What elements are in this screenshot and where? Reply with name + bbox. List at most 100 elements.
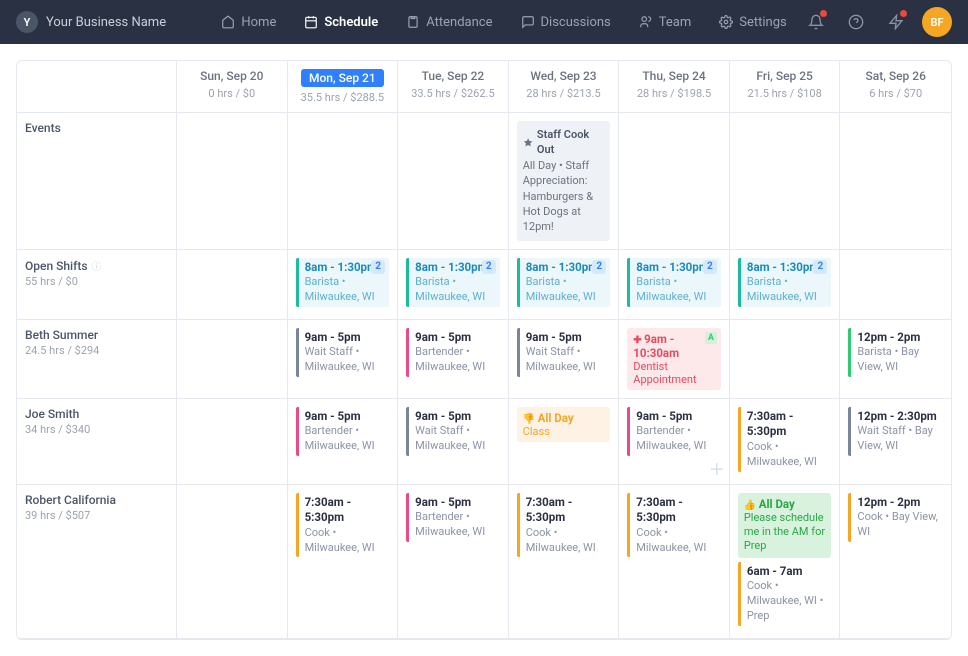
open-wed[interactable]: 8am - 1:30pm Barista • Milwaukee, WI 2 xyxy=(509,250,620,320)
beth-tue[interactable]: 9am - 5pm Bartender • Milwaukee, WI xyxy=(398,320,509,399)
joe-fri[interactable]: 7:30am - 5:30pm Cook • Milwaukee, WI xyxy=(730,399,841,485)
shift-block[interactable]: 12pm - 2:30pm Wait Staff • Bay View, WI xyxy=(848,407,943,456)
shift-time: All Day xyxy=(759,497,795,511)
notifications-button[interactable] xyxy=(802,8,830,36)
shift-block[interactable]: 7:30am - 5:30pm Cook • Milwaukee, WI xyxy=(296,493,390,558)
open-shift[interactable]: 8am - 1:30pm Barista • Milwaukee, WI 2 xyxy=(406,258,500,307)
joe-sat[interactable]: 12pm - 2:30pm Wait Staff • Bay View, WI xyxy=(840,399,951,485)
nav-attendance[interactable]: Attendance xyxy=(394,7,504,38)
activity-button[interactable] xyxy=(882,8,910,36)
shift-block[interactable]: 9am - 5pm Bartender • Milwaukee, WI xyxy=(296,407,390,456)
beth-sat[interactable]: 12pm - 2pm Barista • Bay View, WI xyxy=(840,320,951,399)
shift-block[interactable]: 9am - 5pm Bartender • Milwaukee, WI xyxy=(406,328,500,377)
shift-time: 6am - 7am xyxy=(747,564,832,580)
top-nav: Y Your Business Name Home Schedule Atten… xyxy=(0,0,968,44)
events-tue[interactable] xyxy=(398,113,509,250)
beth-fri[interactable] xyxy=(730,320,841,399)
shift-block[interactable]: 6am - 7am Cook • Milwaukee, WI • Prep xyxy=(738,562,832,626)
robert-thu[interactable]: 7:30am - 5:30pm Cook • Milwaukee, WI xyxy=(619,485,730,639)
open-sun[interactable] xyxy=(177,250,288,320)
joe-tue[interactable]: 9am - 5pm Wait Staff • Milwaukee, WI xyxy=(398,399,509,485)
open-shift[interactable]: 8am - 1:30pm Barista • Milwaukee, WI 2 xyxy=(296,258,390,307)
beth-wed[interactable]: 9am - 5pm Wait Staff • Milwaukee, WI xyxy=(509,320,620,399)
day-header-thu[interactable]: Thu, Sep 24 28 hrs / $198.5 xyxy=(619,61,730,113)
joe-mon[interactable]: 9am - 5pm Bartender • Milwaukee, WI xyxy=(288,399,399,485)
user-avatar[interactable]: BF xyxy=(922,7,952,37)
beth-thu[interactable]: ✚ 9am - 10:30am Dentist Appointment A xyxy=(619,320,730,399)
row-label-beth[interactable]: Beth Summer 24.5 hrs / $294 xyxy=(17,320,177,399)
open-thu[interactable]: 8am - 1:30pm Barista • Milwaukee, WI 2 xyxy=(619,250,730,320)
open-fri[interactable]: 8am - 1:30pm Barista • Milwaukee, WI 2 xyxy=(730,250,841,320)
shift-block[interactable]: 7:30am - 5:30pm Cook • Milwaukee, WI xyxy=(517,493,611,558)
open-shift[interactable]: 8am - 1:30pm Barista • Milwaukee, WI 2 xyxy=(738,258,832,307)
beth-mon[interactable]: 9am - 5pm Wait Staff • Milwaukee, WI xyxy=(288,320,399,399)
open-shift[interactable]: 8am - 1:30pm Barista • Milwaukee, WI 2 xyxy=(517,258,611,307)
day-header-mon[interactable]: Mon, Sep 21 35.5 hrs / $288.5 xyxy=(288,61,399,113)
nav-team[interactable]: Team xyxy=(627,7,704,38)
day-header-tue[interactable]: Tue, Sep 22 33.5 hrs / $262.5 xyxy=(398,61,509,113)
help-button[interactable] xyxy=(842,8,870,36)
robert-mon[interactable]: 7:30am - 5:30pm Cook • Milwaukee, WI xyxy=(288,485,399,639)
events-thu[interactable] xyxy=(619,113,730,250)
robert-tue[interactable]: 9am - 5pm Bartender • Milwaukee, WI xyxy=(398,485,509,639)
shift-block[interactable]: 7:30am - 5:30pm Cook • Milwaukee, WI xyxy=(738,407,832,472)
shift-info: Cook • Milwaukee, WI xyxy=(305,526,390,556)
events-sun[interactable] xyxy=(177,113,288,250)
day-header-fri[interactable]: Fri, Sep 25 21.5 hrs / $108 xyxy=(730,61,841,113)
open-shift[interactable]: 8am - 1:30pm Barista • Milwaukee, WI 2 xyxy=(627,258,721,307)
shift-block[interactable]: 9am - 5pm Wait Staff • Milwaukee, WI xyxy=(406,407,500,456)
shift-block[interactable]: 9am - 5pm Bartender • Milwaukee, WI xyxy=(406,493,500,542)
open-sat[interactable] xyxy=(840,250,951,320)
shift-block[interactable]: 7:30am - 5:30pm Cook • Milwaukee, WI xyxy=(627,493,721,558)
events-wed[interactable]: Staff Cook Out All Day • Staff Appreciat… xyxy=(509,113,620,250)
shift-block[interactable]: 9am - 5pm Wait Staff • Milwaukee, WI xyxy=(517,328,611,377)
shift-block[interactable]: 12pm - 2pm Cook • Bay View, WI xyxy=(848,493,943,542)
joe-thu[interactable]: 9am - 5pm Bartender • Milwaukee, WI ＋ xyxy=(619,399,730,485)
nav-discussions[interactable]: Discussions xyxy=(509,7,623,38)
shift-info: Dentist Appointment xyxy=(633,360,715,386)
day-header-sun[interactable]: Sun, Sep 20 0 hrs / $0 xyxy=(177,61,288,113)
shift-time: 7:30am - 5:30pm xyxy=(526,495,611,526)
allday-block[interactable]: 👎 All Day Class xyxy=(517,407,611,442)
shift-info: Barista • Milwaukee, WI xyxy=(747,275,832,305)
events-fri[interactable] xyxy=(730,113,841,250)
shift-time: 9am - 5pm xyxy=(305,409,390,425)
row-label-events: Events xyxy=(17,113,177,250)
nav-settings-label: Settings xyxy=(739,15,786,30)
robert-sat[interactable]: 12pm - 2pm Cook • Bay View, WI xyxy=(840,485,951,639)
help-icon xyxy=(848,14,864,30)
open-tue[interactable]: 8am - 1:30pm Barista • Milwaukee, WI 2 xyxy=(398,250,509,320)
shift-block[interactable]: 9am - 5pm Wait Staff • Milwaukee, WI xyxy=(296,328,390,377)
event-staff-cookout[interactable]: Staff Cook Out All Day • Staff Appreciat… xyxy=(517,121,611,241)
row-label-robert[interactable]: Robert California 39 hrs / $507 xyxy=(17,485,177,639)
brand[interactable]: Y Your Business Name xyxy=(16,11,166,33)
nav-home[interactable]: Home xyxy=(209,7,288,38)
shift-time: 9am - 5pm xyxy=(415,409,500,425)
day-meta: 33.5 hrs / $262.5 xyxy=(406,87,500,100)
header-empty xyxy=(17,61,177,113)
events-sat[interactable] xyxy=(840,113,951,250)
preference-block[interactable]: 👍 All Day Please schedule me in the AM f… xyxy=(738,493,832,558)
open-mon[interactable]: 8am - 1:30pm Barista • Milwaukee, WI 2 xyxy=(288,250,399,320)
joe-sun[interactable] xyxy=(177,399,288,485)
nav-home-label: Home xyxy=(241,15,276,30)
day-header-wed[interactable]: Wed, Sep 23 28 hrs / $213.5 xyxy=(509,61,620,113)
shift-block[interactable]: 12pm - 2pm Barista • Bay View, WI xyxy=(848,328,943,377)
beth-sun[interactable] xyxy=(177,320,288,399)
nav-settings[interactable]: Settings xyxy=(707,7,798,38)
row-label-joe[interactable]: Joe Smith 34 hrs / $340 xyxy=(17,399,177,485)
nav-schedule[interactable]: Schedule xyxy=(292,7,390,38)
robert-wed[interactable]: 7:30am - 5:30pm Cook • Milwaukee, WI xyxy=(509,485,620,639)
day-header-sat[interactable]: Sat, Sep 26 6 hrs / $70 xyxy=(840,61,951,113)
add-shift-button[interactable]: ＋ xyxy=(709,456,725,480)
shift-time: 9am - 5pm xyxy=(526,330,611,346)
help-icon[interactable]: ⓘ xyxy=(92,262,102,273)
events-mon[interactable] xyxy=(288,113,399,250)
row-name: Open Shifts xyxy=(25,259,88,273)
shift-info: Wait Staff • Milwaukee, WI xyxy=(305,345,390,375)
joe-wed[interactable]: 👎 All Day Class xyxy=(509,399,620,485)
shift-block[interactable]: 9am - 5pm Bartender • Milwaukee, WI xyxy=(627,407,721,456)
appointment-block[interactable]: ✚ 9am - 10:30am Dentist Appointment A xyxy=(627,328,721,390)
robert-sun[interactable] xyxy=(177,485,288,639)
robert-fri[interactable]: 👍 All Day Please schedule me in the AM f… xyxy=(730,485,841,639)
